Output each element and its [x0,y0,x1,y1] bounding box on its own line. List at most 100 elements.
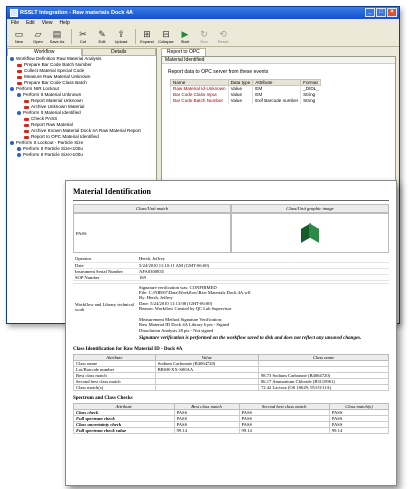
reset-icon: ⟲ [219,29,227,39]
title-bar: RSSLT Integration - Raw materials Dock 4… [7,7,399,19]
toolbar-separator [135,29,136,44]
open-button[interactable]: ▱ Open [30,29,46,44]
cut-icon: ✂ [79,29,87,39]
graphic-image-cell [231,213,389,253]
table-cell: Full spectrum check value [73,427,175,435]
tab-report-to-opc[interactable]: Report to OPC [161,48,206,56]
new-button[interactable]: ▭ New [11,29,27,44]
class-table: Attribute Value Class name Class name Sod… [73,354,390,392]
app-icon [10,9,18,17]
tree-node-label: Prepare Bar Code Batch Number [24,62,92,67]
table-cell: Class match(s) [73,384,156,392]
signature-label: Workflow and Library technical work [75,301,134,312]
step-action-icon [24,105,29,109]
step-action-icon [24,129,29,133]
spectra-section-title: Spectrum and Class Checks [73,396,133,402]
maximize-button[interactable]: □ [376,8,386,17]
start-icon: ▶ [181,29,189,39]
collapse-icon: ⊟ [162,29,170,39]
run-icon: ↻ [200,29,208,39]
tree-node-label: Archive Known Material Dock 4A Raw Mater… [31,128,141,133]
column-header[interactable]: Format [300,79,322,86]
step-group-icon [17,146,21,151]
tree-node-label: Perform It Lockout - Particle Size [16,140,84,145]
tree-node-label: Report Raw Material [31,122,73,127]
tree-node-label: Perform It Particle Size<100u [23,146,83,151]
step-group-icon [10,140,14,145]
step-action-icon [24,99,29,103]
table-row: Class match(s) 72.42 Lactose (OS 10629, 9… [73,384,390,392]
step-action-icon [17,69,22,73]
menu-view[interactable]: View [42,19,53,27]
report-header-values: PASS [73,213,389,253]
step-group-icon [17,152,21,157]
report-title: Material Identification [73,187,151,196]
signature-lines: Signature verification was: CONFIRMED Fil… [139,285,387,334]
tree-node[interactable]: Perform It Particle Size>100u [7,152,156,158]
toolbar-separator [71,29,72,44]
table-cell: 99.14 [238,427,330,435]
tree-node-label: Measure Raw Material Unknown [24,74,91,79]
edit-button[interactable]: ✎ Edit [94,29,110,44]
tree-node-list: Workflow Definition Raw Material Analysi… [7,56,156,158]
step-group-icon [17,92,21,97]
material-identification-report: Material Identification Class/Unit match… [65,180,397,486]
divider [73,200,389,201]
table-row[interactable]: Bar Code Batch Number Value Exif Barcode… [170,97,321,104]
upload-button[interactable]: ⇪ Upload [113,29,129,44]
detail-subtitle: Report data to OPC server from these eve… [168,69,269,75]
tree-node-label: Report to OPC Material Identified [31,134,99,139]
table-cell: 99.14 [173,427,240,435]
expand-icon: ⊞ [143,29,151,39]
menu-help[interactable]: Help [59,19,69,27]
collapse-button[interactable]: ⊟ Collapse [158,29,174,44]
menu-file[interactable]: File [11,19,19,27]
tree-node-label: Report Material Unknown [31,98,83,103]
toolbar: ▭ New ▱ Open ▤ Save As ✂ Cut ✎ Edit ⇪ Upload ⊞… [7,27,399,47]
table-cell: Value [227,97,253,104]
close-button[interactable]: × [387,8,397,17]
brand-logo-icon [301,222,319,244]
signature-block: Workflow and Library technical work Sign… [73,282,389,343]
reset-button[interactable]: ⟲ Reset [215,29,231,44]
start-button[interactable]: ▶ Start [177,29,193,44]
tree-node-label: Workflow Definition Raw Material Analysi… [16,56,102,61]
tree-node-label: Perform NIR Lockout [16,86,59,91]
table-row: Full spectrum check value 99.14 99.14 99.14 [73,427,390,435]
expand-button[interactable]: ⊞ Expand [139,29,155,44]
save-as-button[interactable]: ▤ Save As [49,29,65,44]
class-section-title: Class Identification for Raw Material ID… [73,347,183,353]
table-cell: Raw Material Id-Unknown [170,85,229,92]
cut-button[interactable]: ✂ Cut [75,29,91,44]
tab-workflow[interactable]: Workflow [7,48,82,56]
edit-icon: ✎ [98,29,106,39]
info-table: Operator Hersh, Jeffrey Date 5/24/2010 11:1… [73,256,389,281]
opc-table: Name Data type Attribute Format Raw Mate… [170,79,322,104]
tree-node-label: Perform It Particle Size>100u [23,152,83,157]
table-cell: Bar Code Batch Number [170,97,229,104]
info-row: SOP Number 169 [73,274,389,281]
tab-details[interactable]: Details [81,48,156,56]
step-action-icon [24,117,29,121]
signature-line: Dissolution Analysis 28 pts - Not signed [139,327,214,333]
tree-node-label: Check PASS [31,116,58,121]
step-action-icon [17,81,22,85]
signature-note: Signature verification is performed on t… [139,336,362,342]
minimize-button[interactable]: _ [365,8,375,17]
table-cell: String [300,97,321,104]
new-document-icon: ▭ [14,29,24,39]
window-title: RSSLT Integration - Raw materials Dock 4… [20,10,133,16]
detail-header: Material Identified [162,57,395,64]
table-cell: 99.14 [328,427,390,435]
menu-edit[interactable]: Edit [26,19,35,27]
spectra-table: Attribute Best class match Second best c… [73,403,390,435]
tree-node-label: Archive Unknown Material [31,104,85,109]
run-button[interactable]: ↻ Run [196,29,212,44]
tree-node-label: Prepare Bar Code Class Batch [24,80,87,85]
step-action-icon [17,75,22,79]
column-header[interactable]: Data type [227,79,254,86]
table-cell: Exif Barcode number [252,97,301,104]
step-action-icon [24,135,29,139]
menu-bar: File Edit View Help [7,19,399,27]
column-header: Class/Unit match [73,204,231,213]
